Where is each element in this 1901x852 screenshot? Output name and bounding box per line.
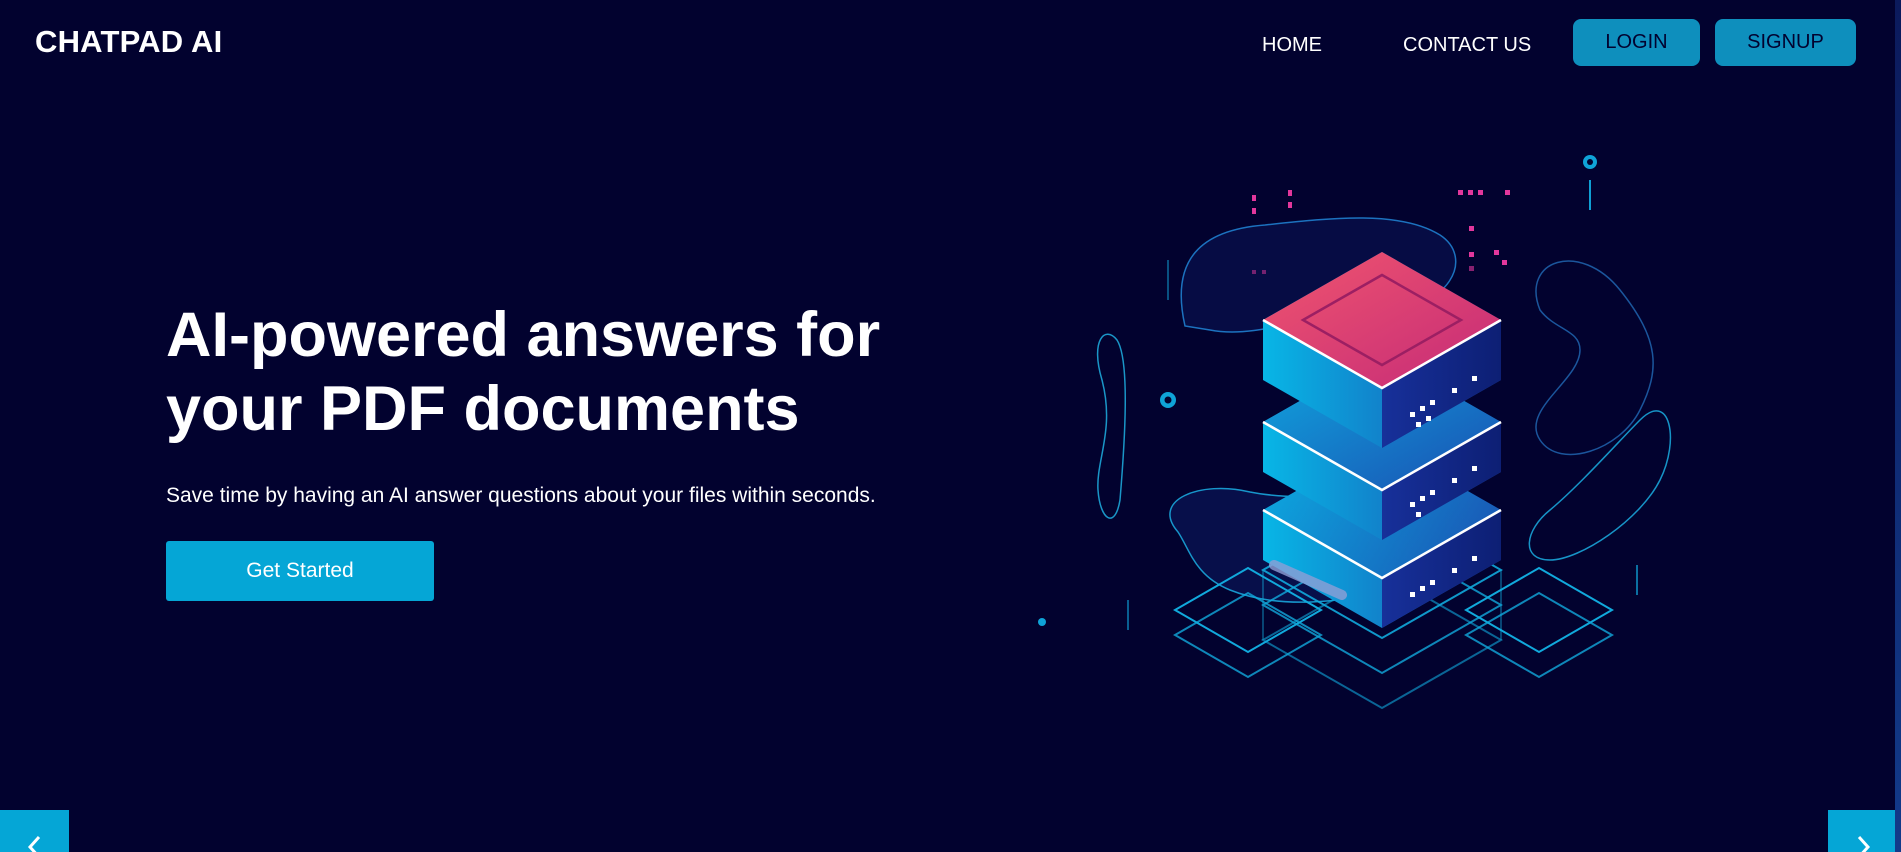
top-navbar: CHATPAD AI HOME CONTACT US LOGIN SIGNUP (0, 0, 1901, 88)
scrollbar[interactable] (1895, 0, 1901, 852)
hero-title: AI-powered answers for your PDF document… (166, 298, 926, 446)
hero-subtitle: Save time by having an AI answer questio… (166, 484, 876, 507)
brand-logo[interactable]: CHATPAD AI (35, 24, 222, 60)
nav-contact-link[interactable]: CONTACT US (1403, 34, 1531, 57)
carousel-prev-button[interactable] (0, 810, 69, 852)
server-stack-illustration (1038, 155, 1672, 710)
get-started-button[interactable]: Get Started (166, 541, 434, 601)
nav-home-link[interactable]: HOME (1262, 34, 1322, 57)
carousel-next-button[interactable] (1828, 810, 1897, 852)
login-button[interactable]: LOGIN (1573, 19, 1700, 66)
chevron-right-icon (1852, 834, 1874, 852)
chevron-left-icon (24, 834, 46, 852)
hero-title-line1: AI-powered answers for (166, 300, 881, 370)
signup-button[interactable]: SIGNUP (1715, 19, 1856, 66)
hero-title-line2: your PDF documents (166, 374, 800, 444)
landing-page: CHATPAD AI HOME CONTACT US LOGIN SIGNUP … (0, 0, 1901, 852)
